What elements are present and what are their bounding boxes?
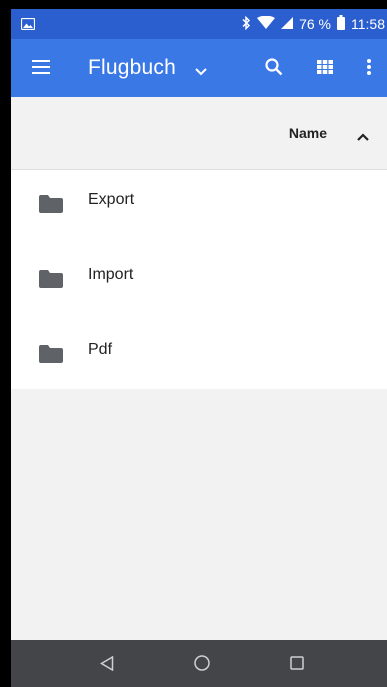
recents-icon[interactable] bbox=[290, 656, 304, 675]
bluetooth-icon bbox=[241, 15, 251, 33]
sort-by-name-button[interactable]: Name bbox=[289, 125, 327, 141]
app-bar: Flugbuch bbox=[11, 39, 387, 97]
battery-icon bbox=[337, 15, 345, 33]
system-navigation-bar bbox=[11, 640, 387, 687]
back-icon[interactable] bbox=[100, 655, 114, 676]
sort-ascending-icon[interactable] bbox=[357, 128, 369, 146]
search-icon[interactable] bbox=[265, 58, 283, 81]
clock: 11:58 bbox=[351, 16, 385, 32]
sort-header: Name bbox=[11, 97, 387, 170]
gallery-notification-icon bbox=[20, 17, 36, 33]
chevron-down-icon[interactable] bbox=[195, 63, 207, 81]
status-bar: 76 % 11:58 bbox=[11, 9, 387, 39]
folder-icon bbox=[39, 195, 63, 218]
file-name: Export bbox=[88, 191, 135, 208]
folder-icon bbox=[39, 345, 63, 368]
list-item[interactable]: Pdf bbox=[11, 320, 387, 395]
battery-percent: 76 % bbox=[299, 16, 331, 32]
file-name: Import bbox=[88, 266, 134, 283]
file-list: Export Import Pdf bbox=[11, 170, 387, 389]
phone-screen: 76 % 11:58 Flugbuch Name Export Import P… bbox=[11, 9, 387, 687]
home-icon[interactable] bbox=[194, 655, 210, 676]
folder-icon bbox=[39, 270, 63, 293]
cell-signal-icon bbox=[281, 16, 294, 32]
list-item[interactable]: Import bbox=[11, 245, 387, 320]
file-name: Pdf bbox=[88, 341, 113, 358]
menu-icon[interactable] bbox=[32, 60, 50, 79]
folder-title[interactable]: Flugbuch bbox=[88, 56, 176, 80]
grid-view-icon[interactable] bbox=[317, 60, 333, 79]
wifi-icon bbox=[257, 15, 276, 33]
more-options-icon[interactable] bbox=[367, 59, 371, 80]
list-item[interactable]: Export bbox=[11, 170, 387, 245]
